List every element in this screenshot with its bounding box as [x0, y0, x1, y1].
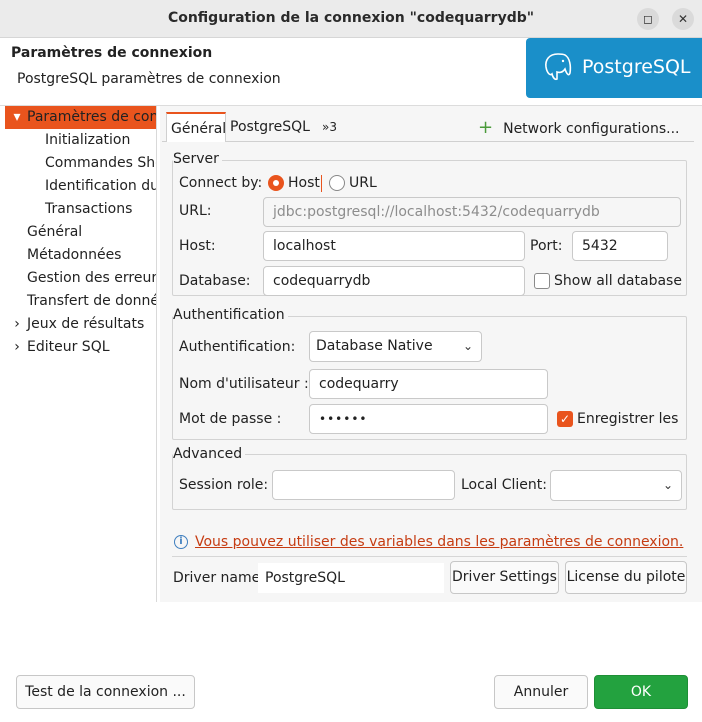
cancel-button[interactable]: Annuler: [494, 675, 588, 709]
nav-item-label: Général: [27, 224, 83, 240]
auth-method-value: Database Native: [316, 338, 433, 354]
plus-icon: +: [478, 117, 494, 138]
nav-item-initialization[interactable]: Initialization: [5, 129, 156, 152]
port-label: Port:: [530, 238, 563, 254]
nav-item-label: Editeur SQL: [27, 339, 110, 355]
tab-overflow[interactable]: »3: [318, 112, 342, 142]
auth-method-select[interactable]: Database Native ⌄: [309, 331, 482, 362]
nav-item-label: Commandes She: [45, 155, 157, 171]
chevron-down-icon[interactable]: ▾: [10, 106, 24, 129]
elephant-icon: [545, 53, 572, 81]
info-icon: i: [174, 535, 188, 549]
host-input[interactable]: localhost: [263, 231, 525, 261]
chevron-down-icon: ⌄: [662, 478, 673, 492]
local-client-select[interactable]: ⌄: [550, 470, 682, 501]
auth-group-title: Authentification: [173, 307, 288, 323]
title-bar: Configuration de la connexion "codequarr…: [0, 0, 702, 38]
chevron-down-icon: ⌄: [462, 339, 473, 353]
password-input[interactable]: ••••••: [309, 404, 548, 434]
driver-name-label: Driver name:: [173, 570, 265, 586]
connect-by-label: Connect by:: [179, 175, 263, 191]
nav-item-label: Jeux de résultats: [27, 316, 145, 332]
host-radio[interactable]: [268, 175, 284, 191]
network-configurations-button[interactable]: + Network configurations...: [478, 117, 680, 138]
logo-text: PostgreSQL: [582, 56, 691, 78]
window-title: Configuration de la connexion "codequarr…: [167, 10, 535, 26]
tab-postgresql[interactable]: PostgreSQL: [226, 112, 316, 142]
session-role-label: Session role:: [179, 477, 269, 493]
save-password-label: Enregistrer les m: [577, 411, 682, 427]
nav-item-error-handling[interactable]: Gestion des erreurs: [5, 267, 157, 290]
focus-marker: [321, 175, 322, 192]
show-all-databases-label: Show all databases: [554, 273, 682, 289]
driver-name-value: PostgreSQL: [258, 563, 444, 593]
settings-nav: ▾ Paramètres de conn Initialization Comm…: [5, 106, 157, 602]
session-role-input[interactable]: [272, 470, 455, 500]
nav-item-general[interactable]: Général: [5, 221, 156, 244]
database-label: Database:: [179, 273, 251, 289]
show-all-databases-checkbox[interactable]: [534, 273, 550, 289]
driver-divider: [172, 556, 687, 557]
page-title: Paramètres de connexion: [11, 45, 213, 61]
password-label: Mot de passe :: [179, 411, 282, 427]
nav-item-label: Identification du: [45, 178, 157, 194]
server-group-title: Server: [173, 151, 222, 167]
nav-item-sql-editor[interactable]: › Editeur SQL: [5, 336, 156, 359]
auth-method-label: Authentification:: [179, 339, 296, 355]
nav-item-identification[interactable]: Identification du: [5, 175, 157, 198]
nav-item-data-transfer[interactable]: Transfert de donné: [5, 290, 157, 313]
nav-item-label: Transfert de donné: [27, 293, 157, 309]
variables-help-link[interactable]: Vous pouvez utiliser des variables dans …: [195, 534, 683, 550]
local-client-label: Local Client:: [461, 477, 547, 493]
nav-item-label: Transactions: [45, 201, 133, 217]
nav-item-result-sets[interactable]: › Jeux de résultats: [5, 313, 156, 336]
url-radio[interactable]: [329, 175, 345, 191]
url-label: URL:: [179, 203, 212, 219]
database-input[interactable]: codequarrydb: [263, 266, 525, 296]
port-input[interactable]: 5432: [572, 231, 668, 261]
tab-general[interactable]: Général: [166, 112, 226, 142]
page-subtitle: PostgreSQL paramètres de connexion: [17, 71, 281, 87]
postgresql-logo: PostgreSQL: [526, 38, 702, 98]
chevron-right-icon[interactable]: ›: [10, 313, 24, 336]
chevron-right-icon[interactable]: ›: [10, 336, 24, 359]
save-password-checkbox[interactable]: ✓: [557, 411, 573, 427]
close-icon[interactable]: ✕: [672, 8, 694, 30]
network-configurations-label: Network configurations...: [503, 121, 680, 137]
nav-item-label: Gestion des erreurs: [27, 270, 157, 286]
nav-item-label: Initialization: [45, 132, 131, 148]
host-radio-label: Host: [288, 175, 320, 191]
minimize-icon[interactable]: ◻: [637, 8, 659, 30]
driver-settings-button[interactable]: Driver Settings: [450, 561, 559, 594]
username-label: Nom d'utilisateur :: [179, 376, 309, 392]
url-radio-label: URL: [349, 175, 377, 191]
advanced-group-title: Advanced: [173, 446, 246, 462]
nav-item-label: Métadonnées: [27, 247, 122, 263]
username-input[interactable]: codequarry: [309, 369, 548, 399]
driver-license-button[interactable]: License du pilote: [565, 561, 687, 594]
url-input[interactable]: jdbc:postgresql://localhost:5432/codequa…: [263, 197, 681, 227]
host-label: Host:: [179, 238, 216, 254]
nav-item-shell-commands[interactable]: Commandes She: [5, 152, 157, 175]
nav-item-metadata[interactable]: Métadonnées: [5, 244, 156, 267]
ok-button[interactable]: OK: [594, 675, 688, 709]
nav-item-connection-params[interactable]: ▾ Paramètres de conn: [5, 106, 157, 129]
test-connection-button[interactable]: Test de la connexion ...: [16, 675, 195, 709]
nav-item-transactions[interactable]: Transactions: [5, 198, 156, 221]
nav-item-label: Paramètres de conn: [27, 109, 157, 125]
